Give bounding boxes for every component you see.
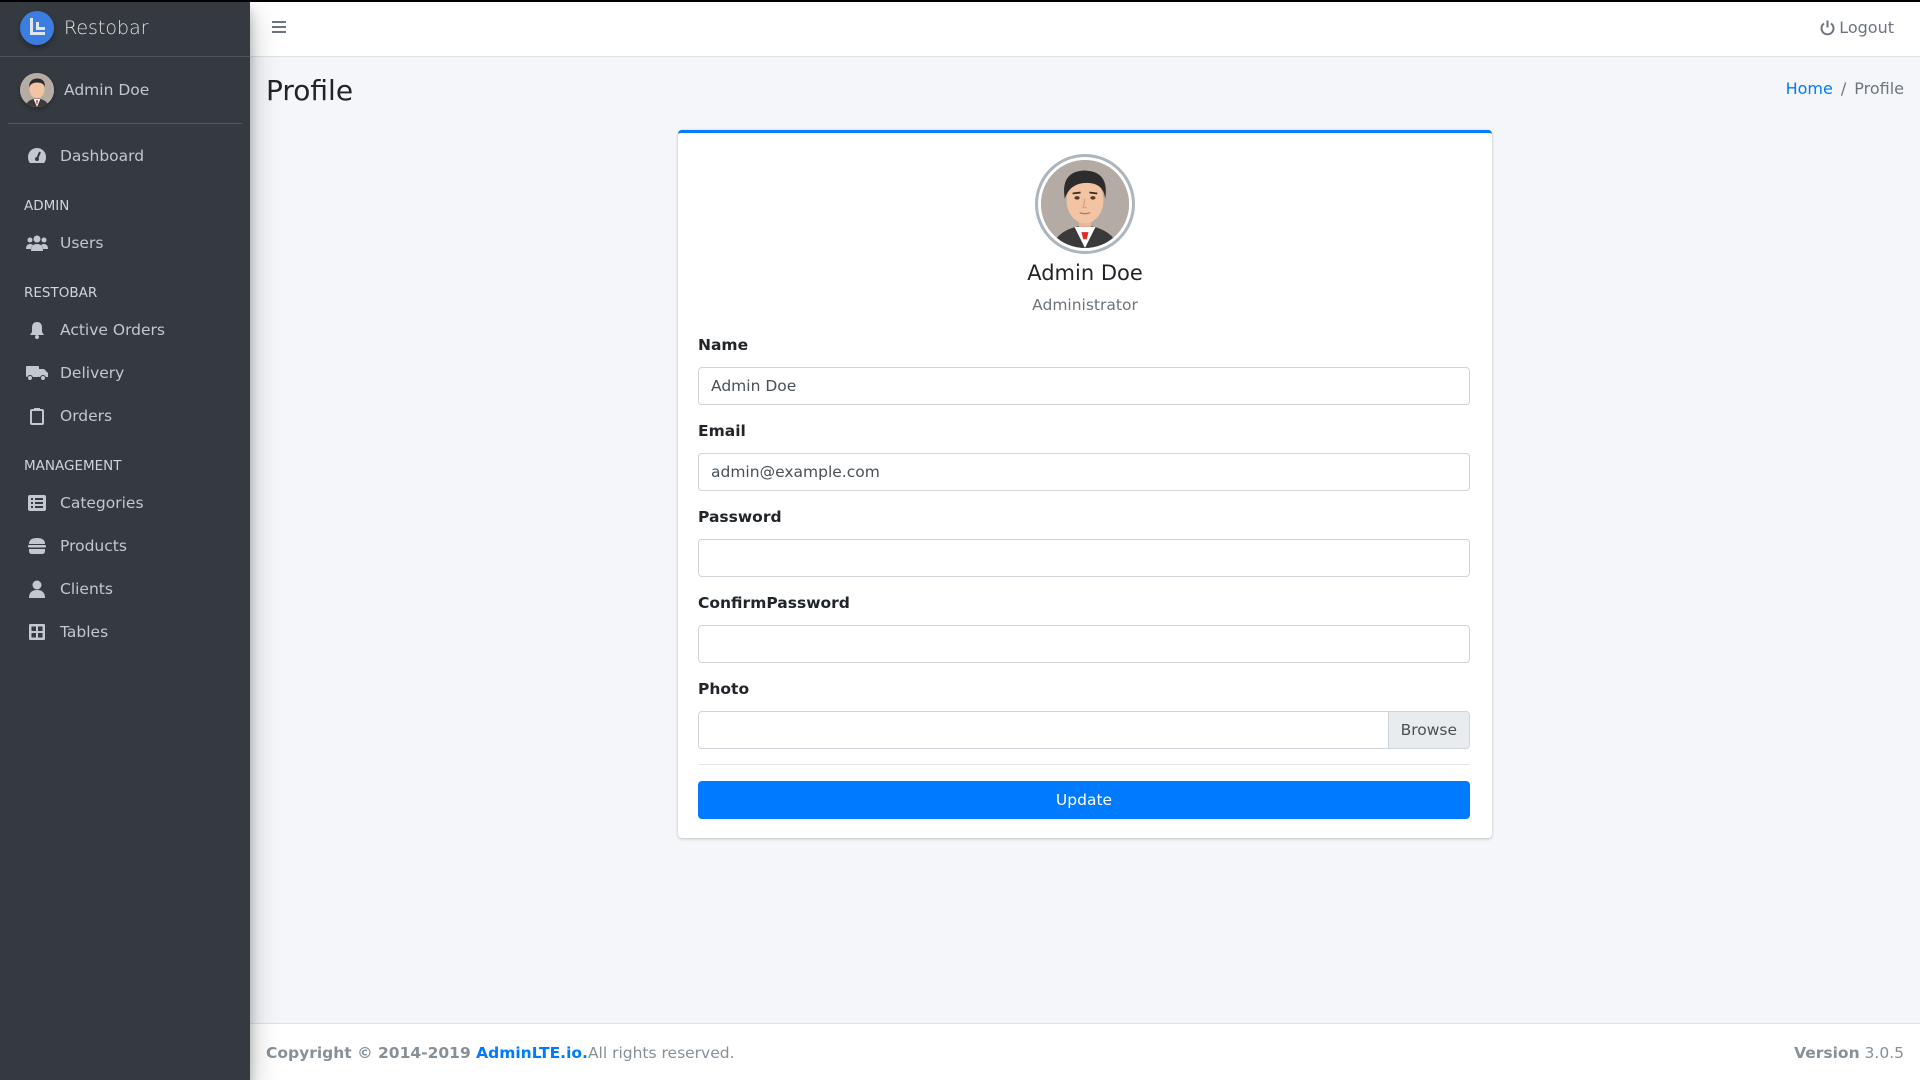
window-top-edge xyxy=(0,0,1920,2)
sidebar-item-label: Orders xyxy=(60,406,113,425)
user-name: Admin Doe xyxy=(64,81,150,99)
bell-icon xyxy=(26,320,48,340)
truck-icon xyxy=(26,363,48,383)
list-alt-icon xyxy=(26,493,48,513)
logout-button[interactable]: Logout xyxy=(1820,18,1894,37)
sidebar-item-products[interactable]: Products xyxy=(8,524,242,567)
sidebar-item-users[interactable]: Users xyxy=(8,221,242,264)
clipboard-icon xyxy=(26,406,48,426)
brand-link[interactable]: Restobar xyxy=(0,0,250,57)
email-input[interactable] xyxy=(698,453,1470,491)
sidebar-item-label: Products xyxy=(60,536,127,555)
password-input[interactable] xyxy=(698,539,1470,577)
sidebar-header-restobar: RESTOBAR xyxy=(24,285,98,301)
password-form-group: Password xyxy=(698,508,1470,577)
sidebar-item-orders[interactable]: Orders xyxy=(8,394,242,437)
confirm-password-form-group: ConfirmPassword xyxy=(698,594,1470,663)
profile-role: Administrator xyxy=(1032,296,1138,314)
sidebar-item-active-orders[interactable]: Active Orders xyxy=(8,308,242,351)
update-button[interactable]: Update xyxy=(698,781,1470,819)
email-label: Email xyxy=(698,422,746,440)
users-icon xyxy=(26,233,48,253)
logout-label: Logout xyxy=(1839,18,1894,37)
sidebar-item-label: Active Orders xyxy=(60,320,165,339)
name-input[interactable] xyxy=(698,367,1470,405)
menu-toggle-icon[interactable] xyxy=(272,21,286,33)
brand-logo-icon xyxy=(20,11,54,45)
confirm-password-label: ConfirmPassword xyxy=(698,594,850,612)
browse-button[interactable]: Browse xyxy=(1387,712,1469,748)
version-number: 3.0.5 xyxy=(1859,1044,1904,1062)
breadcrumb-current: Profile xyxy=(1854,79,1904,98)
sidebar: Restobar Admin Doe Dashboard ADMIN Users… xyxy=(0,0,250,1080)
password-label: Password xyxy=(698,508,782,526)
sidebar-item-label: Users xyxy=(60,233,104,252)
rights-text: All rights reserved. xyxy=(587,1044,735,1062)
profile-card: Admin Doe Administrator Name Email Passw… xyxy=(678,130,1492,838)
footer: Copyright © 2014-2019 AdminLTE.io.All ri… xyxy=(250,1023,1920,1080)
user-icon xyxy=(26,579,48,599)
power-off-icon xyxy=(1820,20,1835,35)
footer-copyright: Copyright © 2014-2019 AdminLTE.io.All ri… xyxy=(266,1044,735,1062)
footer-version: Version 3.0.5 xyxy=(1794,1044,1904,1062)
name-form-group: Name xyxy=(698,336,1470,405)
sidebar-item-label: Clients xyxy=(60,579,113,598)
name-label: Name xyxy=(698,336,749,354)
profile-avatar xyxy=(1035,154,1135,254)
sidebar-item-tables[interactable]: Tables xyxy=(8,610,242,653)
sidebar-nav: Dashboard ADMIN Users RESTOBAR Active Or… xyxy=(0,124,250,653)
sidebar-item-label: Dashboard xyxy=(60,146,145,165)
sidebar-item-label: Delivery xyxy=(60,363,125,382)
breadcrumb-separator: / xyxy=(1840,79,1847,98)
version-label: Version xyxy=(1794,1044,1860,1062)
table-grid-icon xyxy=(26,622,48,642)
photo-form-group: Photo Browse xyxy=(698,680,1470,749)
breadcrumb: Home / Profile xyxy=(1786,79,1904,98)
user-panel[interactable]: Admin Doe xyxy=(8,57,242,124)
sidebar-item-categories[interactable]: Categories xyxy=(8,481,242,524)
hamburger-food-icon xyxy=(26,536,48,556)
sidebar-item-clients[interactable]: Clients xyxy=(8,567,242,610)
email-form-group: Email xyxy=(698,422,1470,491)
profile-name: Admin Doe xyxy=(1027,261,1143,285)
brand-name: Restobar xyxy=(64,17,149,39)
page-title: Profile xyxy=(266,74,354,107)
photo-file-input[interactable]: Browse xyxy=(698,711,1470,749)
tachometer-icon xyxy=(26,146,48,166)
top-navbar: Logout xyxy=(250,0,1920,57)
sidebar-item-delivery[interactable]: Delivery xyxy=(8,351,242,394)
confirm-password-input[interactable] xyxy=(698,625,1470,663)
sidebar-header-admin: ADMIN xyxy=(24,198,70,214)
form-divider xyxy=(698,764,1470,765)
sidebar-item-dashboard[interactable]: Dashboard xyxy=(8,134,242,177)
breadcrumb-home-link[interactable]: Home xyxy=(1786,79,1833,98)
adminlte-link[interactable]: AdminLTE.io. xyxy=(476,1044,588,1062)
sidebar-item-label: Categories xyxy=(60,493,144,512)
sidebar-header-management: MANAGEMENT xyxy=(24,458,122,474)
sidebar-item-label: Tables xyxy=(60,622,109,641)
user-avatar xyxy=(20,73,54,107)
photo-label: Photo xyxy=(698,680,750,698)
copyright-text: Copyright © 2014-2019 xyxy=(266,1044,477,1062)
